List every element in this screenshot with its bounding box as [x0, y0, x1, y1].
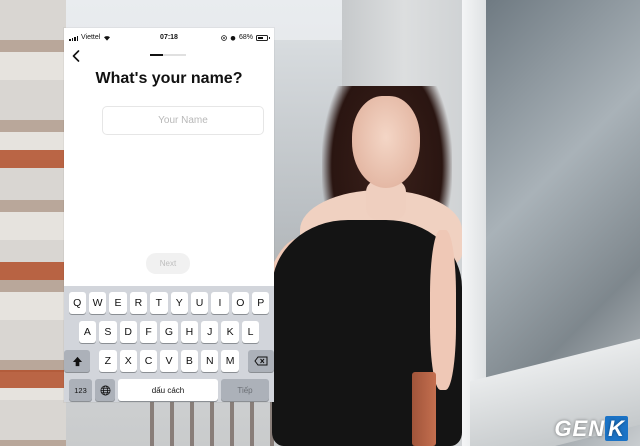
return-key[interactable]: Tiếp [221, 379, 269, 401]
key-g[interactable]: G [160, 321, 178, 343]
battery-percent: 68% [238, 34, 253, 41]
battery-icon [256, 34, 270, 41]
key-p[interactable]: P [252, 292, 270, 314]
numbers-key[interactable]: 123 [69, 379, 92, 401]
status-bar: Viettel 07:18 68% [64, 28, 274, 48]
key-a[interactable]: A [78, 321, 97, 343]
key-o[interactable]: O [231, 292, 250, 314]
status-right: 68% [221, 34, 270, 41]
balcony [0, 370, 66, 388]
watermark-logo: GEN K [554, 416, 628, 442]
key-u[interactable]: U [190, 292, 209, 314]
battery-fill [258, 36, 264, 39]
phone-screen: Viettel 07:18 68% What's your name? Next… [64, 28, 274, 402]
keyboard-row-3-letters: ZXCVBNM [99, 350, 239, 372]
balcony [0, 262, 66, 280]
name-input[interactable] [102, 106, 264, 135]
keyboard-row-3: ZXCVBNM [64, 350, 274, 372]
key-l[interactable]: L [241, 321, 260, 343]
key-x[interactable]: X [119, 350, 137, 372]
keyboard-row-2: ASDFGHJKL [64, 321, 274, 343]
keyboard-row-4: 123 dấu cách Tiếp [64, 379, 274, 401]
signup-progress [150, 54, 186, 56]
keyboard-row-1: QWERTYUIOP [64, 292, 274, 314]
progress-bar-fill [150, 54, 163, 56]
person-arm [430, 230, 456, 390]
key-j[interactable]: J [201, 321, 219, 343]
location-icon [221, 34, 227, 41]
key-e[interactable]: E [109, 292, 127, 314]
alarm-icon [230, 35, 236, 41]
space-key[interactable]: dấu cách [118, 379, 218, 401]
key-y[interactable]: Y [170, 292, 188, 314]
railing [150, 395, 280, 446]
backspace-key[interactable] [247, 350, 274, 372]
key-k[interactable]: K [221, 321, 239, 343]
key-c[interactable]: C [139, 350, 158, 372]
key-s[interactable]: S [99, 321, 117, 343]
globe-key[interactable] [95, 379, 115, 401]
key-d[interactable]: D [119, 321, 137, 343]
handbag [412, 372, 436, 446]
key-r[interactable]: R [129, 292, 148, 314]
key-m[interactable]: M [221, 350, 239, 372]
on-screen-keyboard: QWERTYUIOP ASDFGHJKL ZXCVBNM 123 dấu các… [64, 286, 274, 402]
key-v[interactable]: V [160, 350, 178, 372]
shift-key[interactable] [64, 350, 91, 372]
key-h[interactable]: H [180, 321, 199, 343]
key-w[interactable]: W [88, 292, 107, 314]
key-z[interactable]: Z [99, 350, 117, 372]
backspace-icon [254, 356, 268, 366]
person-face [352, 96, 420, 188]
page-title: What's your name? [95, 70, 243, 87]
shift-icon [72, 356, 82, 366]
key-t[interactable]: T [150, 292, 168, 314]
key-n[interactable]: N [201, 350, 219, 372]
key-q[interactable]: Q [68, 292, 86, 314]
key-f[interactable]: F [139, 321, 158, 343]
back-chevron-icon [72, 50, 80, 62]
key-b[interactable]: B [180, 350, 199, 372]
back-button[interactable] [68, 48, 84, 64]
key-i[interactable]: I [211, 292, 229, 314]
globe-icon [100, 385, 110, 395]
balcony [0, 150, 66, 168]
next-button[interactable]: Next [146, 253, 190, 274]
